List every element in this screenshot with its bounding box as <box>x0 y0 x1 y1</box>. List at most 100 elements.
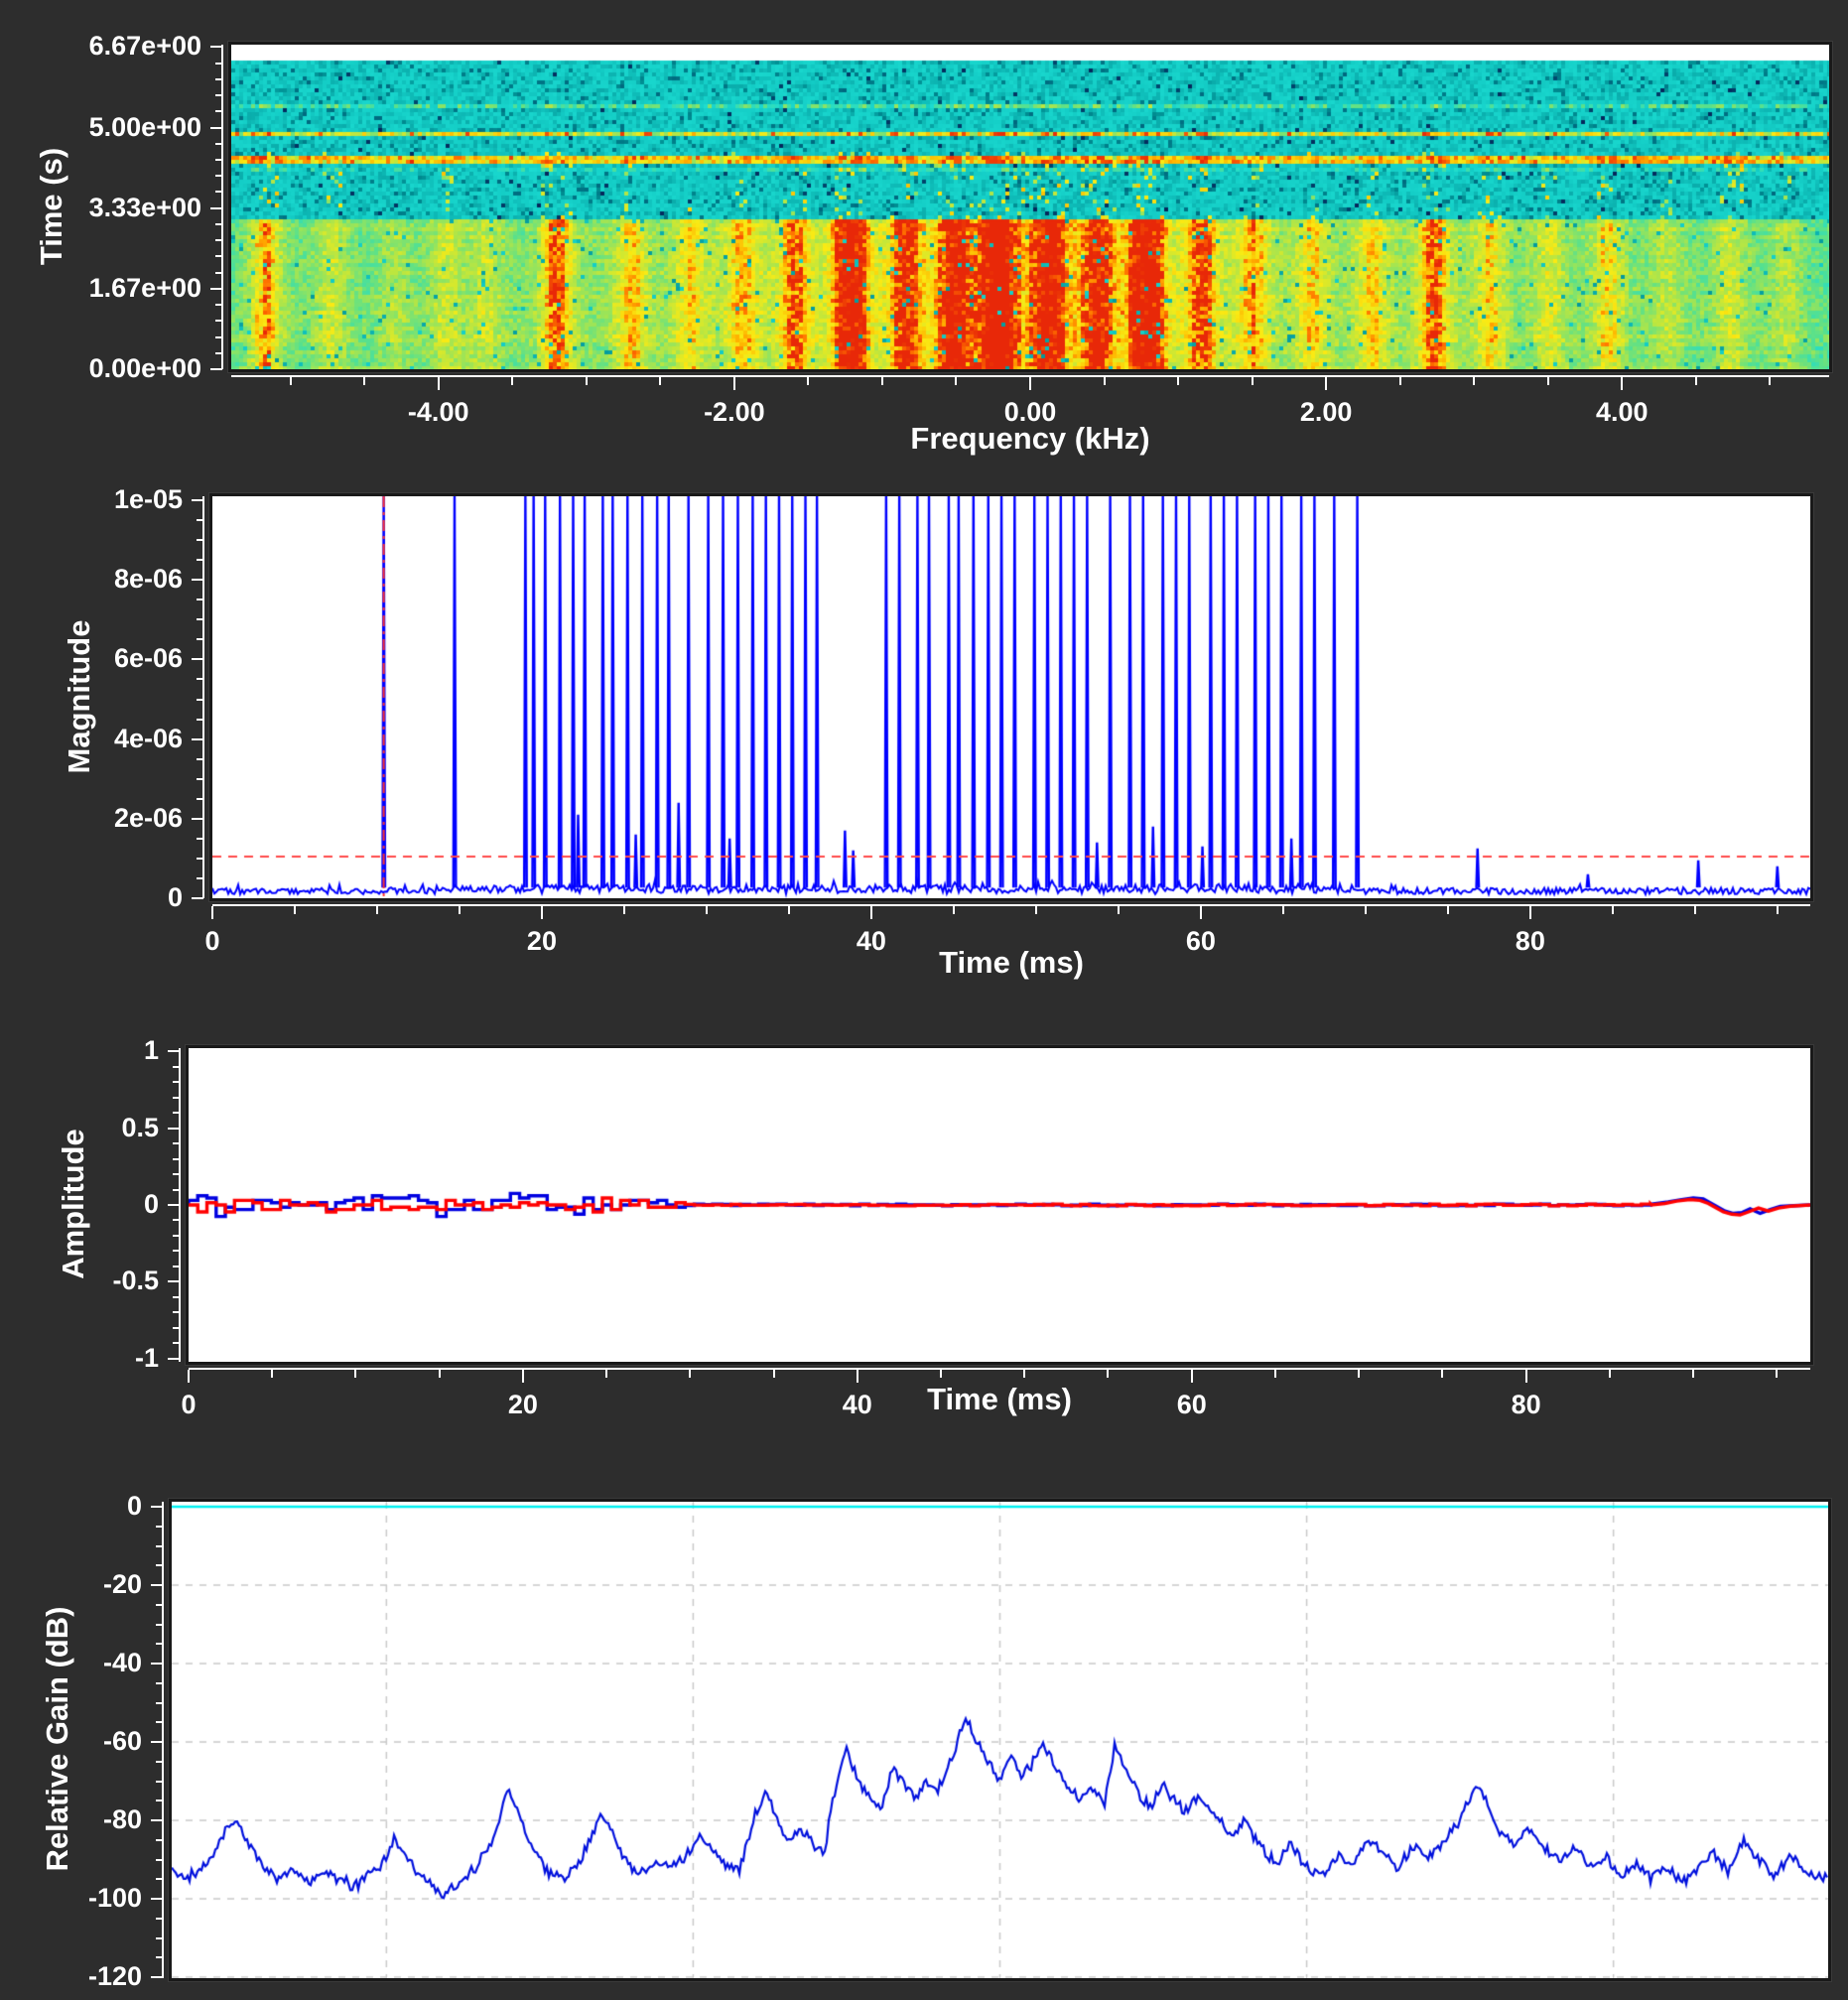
y-minor-tick <box>197 699 203 701</box>
y-major-tick <box>151 1819 163 1821</box>
amplitude-canvas[interactable] <box>189 1048 1810 1362</box>
signal-analysis-window: Time (s) Frequency (kHz) Magnitude Time … <box>0 0 1848 2000</box>
y-tick-label: 0 <box>127 1491 142 1522</box>
y-minor-tick <box>197 877 203 879</box>
x-tick-label: 0 <box>181 1390 196 1420</box>
x-minor-tick <box>1282 906 1284 914</box>
y-minor-tick <box>173 1311 180 1313</box>
y-minor-tick <box>197 758 203 760</box>
x-minor-tick <box>1023 1370 1025 1378</box>
x-minor-tick <box>1035 906 1037 914</box>
y-major-tick <box>168 1128 180 1130</box>
y-minor-tick <box>215 94 222 96</box>
x-minor-tick <box>354 1370 356 1378</box>
y-minor-tick <box>215 63 222 65</box>
x-tick-label: 80 <box>1516 926 1545 957</box>
x-minor-tick <box>623 906 625 914</box>
y-tick-label: 0 <box>144 1189 159 1220</box>
waterfall-canvas[interactable] <box>231 45 1829 369</box>
y-axis-line <box>162 1502 164 1978</box>
y-minor-tick <box>173 1097 180 1099</box>
amplitude-frame <box>186 1045 1813 1365</box>
y-minor-tick <box>156 1526 163 1528</box>
y-minor-tick <box>173 1112 180 1114</box>
x-minor-tick <box>773 1370 775 1378</box>
x-tick-label: 20 <box>508 1390 538 1420</box>
y-major-tick <box>168 1204 180 1206</box>
y-minor-tick <box>156 1956 163 1958</box>
y-minor-tick <box>156 1800 163 1801</box>
x-major-tick <box>522 1370 524 1383</box>
x-minor-tick <box>511 377 513 385</box>
y-minor-tick <box>156 1859 163 1861</box>
x-minor-tick <box>1473 377 1475 385</box>
x-minor-tick <box>1358 1370 1360 1378</box>
y-minor-tick <box>215 239 222 241</box>
x-minor-tick <box>439 1370 441 1378</box>
x-minor-tick <box>363 377 365 385</box>
x-major-tick <box>438 377 440 390</box>
y-minor-tick <box>215 78 222 80</box>
y-minor-tick <box>156 1781 163 1783</box>
x-minor-tick <box>1118 906 1120 914</box>
y-minor-tick <box>156 1702 163 1704</box>
x-minor-tick <box>1694 906 1696 914</box>
x-major-tick <box>1029 377 1031 390</box>
magnitude-canvas[interactable] <box>212 496 1810 898</box>
y-minor-tick <box>156 1682 163 1684</box>
x-major-tick <box>857 1370 858 1383</box>
y-tick-label: 6.67e+00 <box>89 31 201 62</box>
gain-canvas[interactable] <box>172 1502 1828 1978</box>
x-tick-label: 60 <box>1177 1390 1207 1420</box>
x-minor-tick <box>1612 906 1614 914</box>
y-tick-label: 4e-06 <box>114 724 183 754</box>
amplitude-ylabel: Amplitude <box>56 1035 91 1373</box>
y-minor-tick <box>197 778 203 780</box>
x-minor-tick <box>586 377 588 385</box>
x-minor-tick <box>1104 377 1106 385</box>
x-tick-label: 40 <box>843 1390 872 1420</box>
x-tick-label: 4.00 <box>1596 397 1649 428</box>
x-minor-tick <box>605 1370 607 1378</box>
x-minor-tick <box>706 906 708 914</box>
y-major-tick <box>151 1741 163 1743</box>
y-tick-label: 3.33e+00 <box>89 193 201 223</box>
y-minor-tick <box>197 858 203 860</box>
x-axis-line <box>189 1368 1810 1370</box>
y-minor-tick <box>215 143 222 145</box>
y-tick-label: 1e-05 <box>114 484 183 515</box>
y-minor-tick <box>173 1142 180 1144</box>
y-major-tick <box>151 1898 163 1900</box>
x-tick-label: 0.00 <box>1004 397 1057 428</box>
y-major-tick <box>151 1584 163 1586</box>
y-minor-tick <box>173 1250 180 1252</box>
x-minor-tick <box>1177 377 1179 385</box>
x-minor-tick <box>1107 1370 1109 1378</box>
y-major-tick <box>210 127 222 129</box>
y-major-tick <box>192 738 203 740</box>
y-tick-label: 1.67e+00 <box>89 273 201 304</box>
x-major-tick <box>1525 1370 1527 1383</box>
y-major-tick <box>151 1663 163 1665</box>
x-tick-label: 80 <box>1512 1390 1541 1420</box>
y-tick-label: -20 <box>103 1569 142 1600</box>
y-minor-tick <box>173 1066 180 1068</box>
y-minor-tick <box>156 1721 163 1723</box>
y-tick-label: -120 <box>88 1961 142 1992</box>
x-minor-tick <box>1252 377 1254 385</box>
y-major-tick <box>210 46 222 48</box>
y-minor-tick <box>173 1235 180 1237</box>
magnitude-frame <box>209 493 1813 901</box>
y-minor-tick <box>173 1327 180 1329</box>
y-major-tick <box>210 288 222 290</box>
x-major-tick <box>1529 906 1531 919</box>
y-minor-tick <box>156 1937 163 1939</box>
x-tick-label: 2.00 <box>1300 397 1353 428</box>
y-major-tick <box>192 658 203 660</box>
y-tick-label: 0.00e+00 <box>89 353 201 384</box>
y-minor-tick <box>215 110 222 112</box>
x-major-tick <box>1621 377 1623 390</box>
x-minor-tick <box>1447 906 1449 914</box>
y-major-tick <box>168 1050 180 1052</box>
x-minor-tick <box>940 1370 942 1378</box>
